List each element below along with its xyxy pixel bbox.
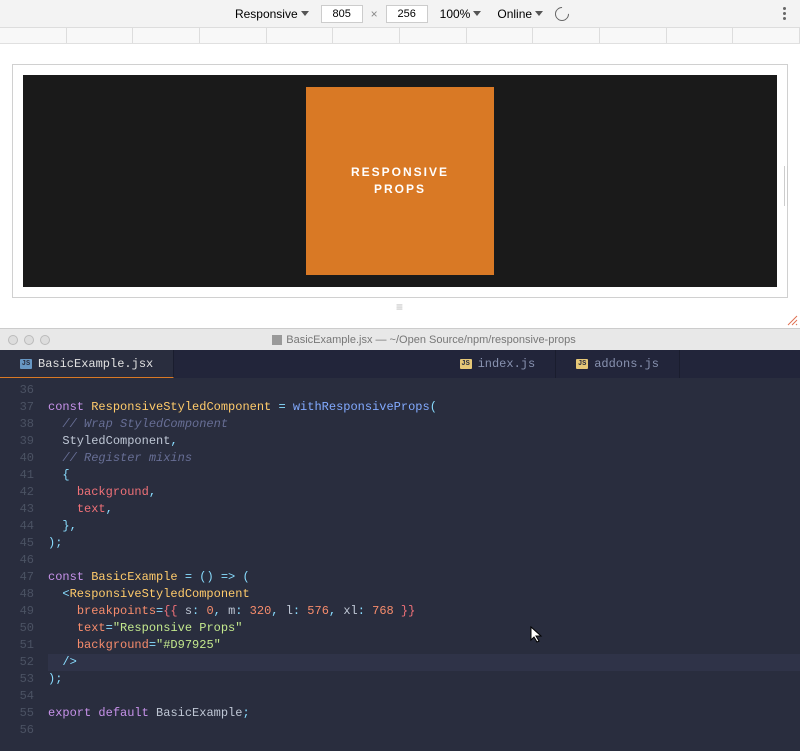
- throttle-dropdown[interactable]: Online: [493, 5, 547, 23]
- height-input[interactable]: [386, 5, 428, 23]
- device-dropdown[interactable]: Responsive: [231, 5, 313, 23]
- tab-label: addons.js: [594, 357, 659, 371]
- devtools-toolbar: Responsive × 100% Online: [0, 0, 800, 28]
- code-content[interactable]: const ResponsiveStyledComponent = withRe…: [48, 382, 800, 739]
- tab-addons[interactable]: JS addons.js: [556, 350, 680, 378]
- preview-area: RESPONSIVEPROPS ≡: [0, 44, 800, 328]
- throttle-label: Online: [497, 7, 532, 21]
- resize-handle-bottom[interactable]: ≡: [12, 298, 788, 316]
- jsx-icon: JS: [20, 359, 32, 369]
- file-icon: [272, 335, 282, 345]
- line-gutter: 3637383940414243444546474849505152535455…: [0, 382, 48, 739]
- traffic-light-close[interactable]: [8, 335, 18, 345]
- demo-box-text: RESPONSIVEPROPS: [351, 164, 449, 198]
- dimension-separator: ×: [371, 7, 378, 21]
- rotate-icon[interactable]: [552, 4, 572, 24]
- js-icon: JS: [460, 359, 472, 369]
- resize-handle-right[interactable]: [784, 166, 788, 206]
- preview-frame: RESPONSIVEPROPS: [12, 64, 788, 298]
- width-input[interactable]: [321, 5, 363, 23]
- traffic-light-zoom[interactable]: [40, 335, 50, 345]
- traffic-light-minimize[interactable]: [24, 335, 34, 345]
- tab-label: BasicExample.jsx: [38, 357, 153, 371]
- zoom-label: 100%: [440, 7, 471, 21]
- demo-box: RESPONSIVEPROPS: [306, 87, 494, 275]
- code-editor[interactable]: 3637383940414243444546474849505152535455…: [0, 378, 800, 751]
- device-dropdown-label: Responsive: [235, 7, 298, 21]
- tab-label: index.js: [478, 357, 536, 371]
- kebab-menu[interactable]: [779, 3, 790, 24]
- tab-index[interactable]: JS index.js: [440, 350, 557, 378]
- window-titlebar: BasicExample.jsx — ~/Open Source/npm/res…: [0, 328, 800, 350]
- editor-tabs: JS BasicExample.jsx JS index.js JS addon…: [0, 350, 800, 378]
- chevron-down-icon: [535, 11, 543, 16]
- ruler: [0, 28, 800, 44]
- chevron-down-icon: [301, 11, 309, 16]
- tab-basicexample[interactable]: JS BasicExample.jsx: [0, 350, 174, 378]
- editor-window: BasicExample.jsx — ~/Open Source/npm/res…: [0, 328, 800, 751]
- js-icon: JS: [576, 359, 588, 369]
- window-title: BasicExample.jsx — ~/Open Source/npm/res…: [56, 334, 792, 346]
- preview-viewport[interactable]: RESPONSIVEPROPS: [23, 75, 777, 287]
- chevron-down-icon: [473, 11, 481, 16]
- zoom-dropdown[interactable]: 100%: [436, 5, 486, 23]
- resize-corner-icon[interactable]: [786, 314, 798, 326]
